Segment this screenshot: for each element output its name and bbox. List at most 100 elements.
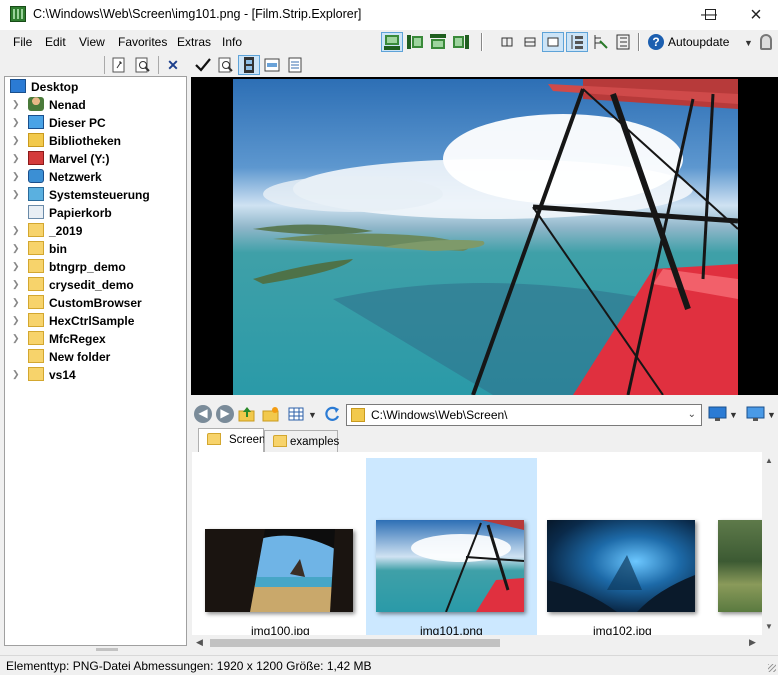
layout-bottom-strip-button[interactable] bbox=[381, 32, 403, 52]
tree-item[interactable]: ❯ bin bbox=[4, 240, 185, 258]
autoupdate-dropdown-icon[interactable]: ▼ bbox=[744, 38, 753, 48]
zoom-button[interactable] bbox=[215, 55, 237, 75]
menu-extras[interactable]: Extras bbox=[177, 35, 211, 49]
check-button[interactable] bbox=[192, 55, 214, 75]
expand-arrow-icon[interactable]: ❯ bbox=[12, 153, 20, 164]
thumbnail-scroll-thumb[interactable] bbox=[210, 639, 500, 647]
help-icon[interactable]: ? bbox=[648, 34, 664, 50]
tree-item[interactable]: ❯ crysedit_demo bbox=[4, 276, 185, 294]
lock-icon[interactable] bbox=[760, 34, 772, 50]
menu-edit[interactable]: Edit bbox=[45, 35, 66, 49]
tree-item[interactable]: Papierkorb bbox=[4, 204, 185, 222]
menu-favorites[interactable]: Favorites bbox=[118, 35, 167, 49]
layout-right-strip-button[interactable] bbox=[450, 32, 472, 52]
tree-item[interactable]: ❯ Netzwerk bbox=[4, 168, 185, 186]
back-button[interactable]: ◀ bbox=[194, 405, 212, 423]
folder-icon bbox=[28, 223, 44, 237]
single-pane-button[interactable] bbox=[496, 32, 518, 52]
split-pane-button[interactable] bbox=[519, 32, 541, 52]
views-dropdown-icon[interactable]: ▼ bbox=[308, 410, 317, 420]
expand-arrow-icon[interactable]: ❯ bbox=[12, 261, 20, 272]
refresh-button[interactable] bbox=[323, 405, 341, 423]
menu-view[interactable]: View bbox=[79, 35, 105, 49]
monitor-dropdown-icon[interactable]: ▼ bbox=[729, 410, 738, 420]
tree-item[interactable]: ❯ vs14 bbox=[4, 366, 185, 384]
expand-arrow-icon[interactable]: ❯ bbox=[12, 279, 20, 290]
filter-tree-button[interactable] bbox=[589, 32, 611, 52]
tab-examples[interactable]: examples bbox=[264, 430, 339, 452]
menu-file[interactable]: File bbox=[13, 35, 32, 49]
views-button[interactable] bbox=[287, 405, 305, 423]
tree-item-label: _2019 bbox=[49, 224, 83, 238]
fullpane-button[interactable] bbox=[542, 32, 564, 52]
tree-refresh-button[interactable] bbox=[108, 55, 130, 75]
folder-up-icon bbox=[238, 407, 255, 422]
expand-arrow-icon[interactable]: ❯ bbox=[12, 225, 20, 236]
tree-item[interactable]: ❯ HexCtrlSample bbox=[4, 312, 185, 330]
scroll-down-icon[interactable]: ▼ bbox=[765, 622, 773, 631]
tree-view-button[interactable] bbox=[566, 32, 588, 52]
pane-icon bbox=[501, 37, 513, 47]
expand-arrow-icon[interactable]: ❯ bbox=[12, 189, 20, 200]
tree-item[interactable]: ❯ btngrp_demo bbox=[4, 258, 185, 276]
tree-item[interactable]: ❯ CustomBrowser bbox=[4, 294, 185, 312]
details-tree-button[interactable] bbox=[612, 32, 634, 52]
list-tree-icon bbox=[616, 34, 630, 50]
display-dropdown-icon[interactable]: ▼ bbox=[767, 410, 776, 420]
new-folder-button[interactable] bbox=[262, 405, 280, 423]
tree-item[interactable]: Desktop bbox=[4, 78, 185, 96]
image-view-button[interactable] bbox=[261, 55, 283, 75]
expand-arrow-icon[interactable]: ❯ bbox=[12, 315, 20, 326]
tree-item[interactable]: ❯ Nenad bbox=[4, 96, 185, 114]
monitor-button[interactable] bbox=[708, 406, 728, 422]
expand-arrow-icon[interactable]: ❯ bbox=[12, 297, 20, 308]
display-button[interactable] bbox=[746, 406, 766, 422]
tree-item[interactable]: ❯ _2019 bbox=[4, 222, 185, 240]
close-button[interactable]: × bbox=[733, 0, 778, 30]
thumbnail-img100[interactable] bbox=[205, 529, 353, 612]
forward-button[interactable]: ▶ bbox=[216, 405, 234, 423]
expand-arrow-icon[interactable]: ❯ bbox=[12, 333, 20, 344]
tree-item[interactable]: New folder bbox=[4, 348, 185, 366]
expand-arrow-icon[interactable]: ❯ bbox=[12, 99, 20, 110]
tree-item[interactable]: ❯ Marvel (Y:) bbox=[4, 150, 185, 168]
scroll-up-icon[interactable]: ▲ bbox=[765, 456, 773, 465]
scroll-left-icon[interactable]: ◀ bbox=[196, 637, 203, 648]
toolbar-separator bbox=[104, 56, 105, 74]
thumbnail-partial[interactable] bbox=[718, 520, 762, 612]
tree-search-button[interactable] bbox=[132, 55, 154, 75]
expand-arrow-icon[interactable]: ❯ bbox=[12, 135, 20, 146]
tree-item[interactable]: ❯ Systemsteuerung bbox=[4, 186, 185, 204]
address-field[interactable]: C:\Windows\Web\Screen\ ⌄ bbox=[346, 404, 702, 426]
autoupdate-button[interactable]: Autoupdate bbox=[668, 35, 729, 49]
resize-grip-icon[interactable] bbox=[768, 664, 776, 672]
folder-icon bbox=[28, 295, 44, 309]
expand-arrow-icon[interactable]: ❯ bbox=[12, 243, 20, 254]
tree-item-label: btngrp_demo bbox=[49, 260, 126, 274]
expand-arrow-icon[interactable]: ❯ bbox=[12, 369, 20, 380]
expand-arrow-icon[interactable]: ❯ bbox=[12, 171, 20, 182]
layout-top-strip-button[interactable] bbox=[427, 32, 449, 52]
scroll-right-icon[interactable]: ▶ bbox=[749, 637, 756, 648]
tree-item[interactable]: ❯ Dieser PC bbox=[4, 114, 185, 132]
tree-item[interactable]: ❯ MfcRegex bbox=[4, 330, 185, 348]
tree-item-label: HexCtrlSample bbox=[49, 314, 135, 328]
tree-item[interactable]: ❯ Bibliotheken bbox=[4, 132, 185, 150]
tab-screen[interactable]: Screen bbox=[198, 428, 265, 452]
library-icon bbox=[28, 133, 44, 147]
chevron-down-icon[interactable]: ⌄ bbox=[688, 409, 696, 420]
tree-item-label: crysedit_demo bbox=[49, 278, 134, 292]
tree-scroll-thumb[interactable] bbox=[96, 648, 118, 651]
details-view-button[interactable] bbox=[284, 55, 306, 75]
image-viewer[interactable] bbox=[191, 77, 778, 395]
thumbnail-img102[interactable] bbox=[547, 520, 695, 612]
tree-close-button[interactable]: ✕ bbox=[162, 55, 184, 75]
thumbnail-vertical-scrollbar[interactable]: ▲ ▼ bbox=[762, 452, 778, 635]
up-folder-button[interactable] bbox=[238, 405, 256, 423]
control-panel-icon bbox=[28, 187, 44, 201]
menu-info[interactable]: Info bbox=[222, 35, 242, 49]
expand-arrow-icon[interactable]: ❯ bbox=[12, 117, 20, 128]
filmstrip-view-button[interactable] bbox=[238, 55, 260, 75]
layout-left-strip-button[interactable] bbox=[404, 32, 426, 52]
thumbnail-img101[interactable] bbox=[376, 520, 524, 612]
